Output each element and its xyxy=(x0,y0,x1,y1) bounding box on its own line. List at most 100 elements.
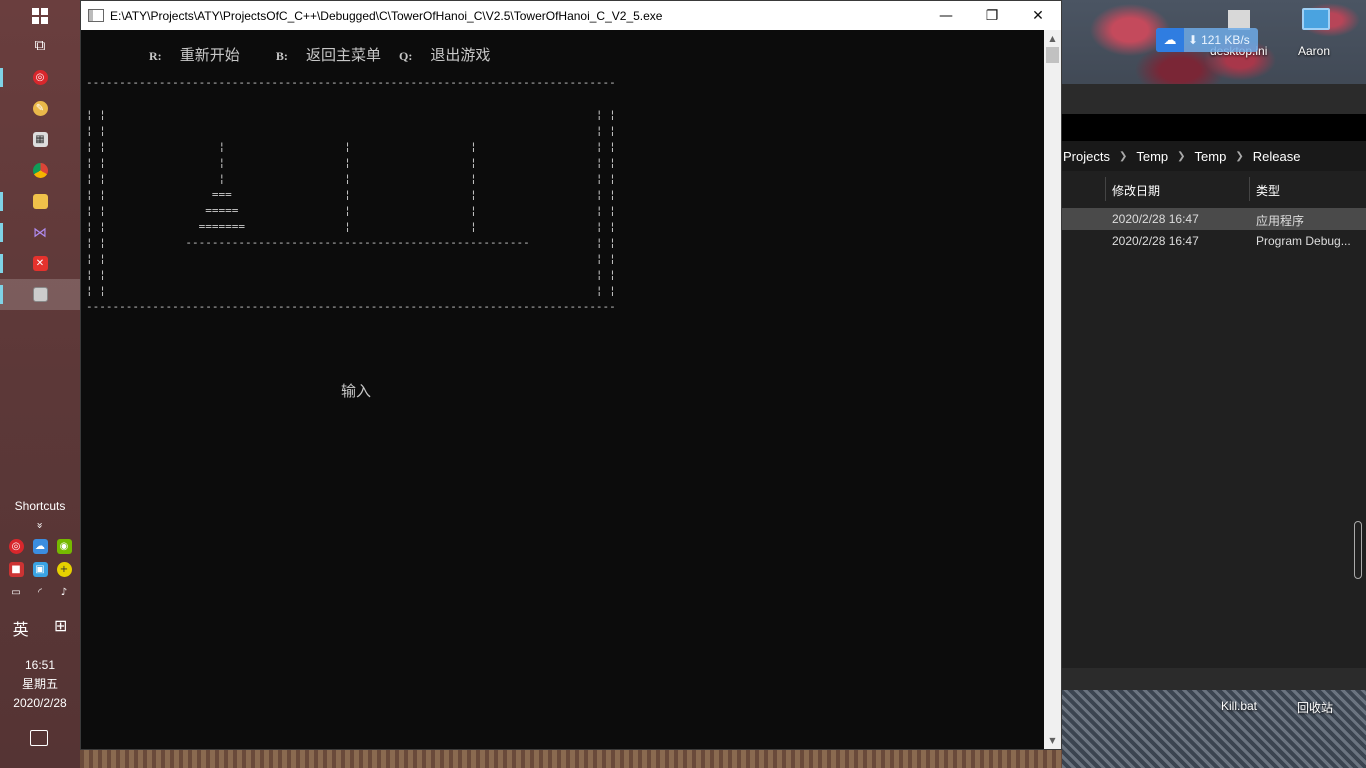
folder-icon xyxy=(32,194,48,209)
file-date: 2020/2/28 16:47 xyxy=(1112,212,1199,226)
taskbar-app-chrome[interactable] xyxy=(0,155,80,186)
nvidia-tray-icon[interactable]: ◉ xyxy=(56,539,72,554)
breadcrumb-item[interactable]: Projects xyxy=(1063,149,1110,164)
close-button[interactable]: ✕ xyxy=(1015,1,1061,30)
explorer-statusbar xyxy=(1062,668,1366,690)
console-app-icon[interactable] xyxy=(88,9,104,22)
xmind-icon: ✕ xyxy=(32,256,48,271)
restore-button[interactable]: ❐ xyxy=(969,1,1015,30)
chrome-icon xyxy=(32,163,48,178)
visual-studio-icon: ⋈ xyxy=(33,224,47,241)
system-tray: ◎ ☁ ◉ ■ ▣ + ▭ ◜ ♪ xyxy=(4,539,76,600)
download-speed-widget[interactable]: ☁ ⬇ 121 KB/s xyxy=(1156,28,1258,52)
game-menu: R: 重新开始 B: 返回主菜单 Q: 退出游戏 xyxy=(149,44,490,65)
cloud-icon: ☁ xyxy=(1156,28,1184,52)
column-divider[interactable] xyxy=(1249,177,1250,201)
file-date: 2020/2/28 16:47 xyxy=(1112,234,1199,248)
breadcrumb-item[interactable]: Temp xyxy=(1136,149,1168,164)
recycle-bin-label[interactable]: 回收站 xyxy=(1297,699,1333,716)
volume-icon[interactable]: ♪ xyxy=(57,585,72,600)
taskbar-app-calculator[interactable]: ▦ xyxy=(0,124,80,155)
breadcrumb-item[interactable]: Release xyxy=(1253,149,1301,164)
notification-icon[interactable] xyxy=(30,730,48,746)
back-key: B: xyxy=(275,49,288,63)
scroll-thumb[interactable] xyxy=(1046,47,1059,63)
start-button[interactable] xyxy=(0,0,80,31)
console-scrollbar[interactable]: ▲ ▼ xyxy=(1044,30,1061,749)
scroll-down-icon[interactable]: ▼ xyxy=(1044,732,1061,749)
file-type: Program Debug... xyxy=(1256,234,1351,248)
breadcrumb-item[interactable]: Temp xyxy=(1195,149,1227,164)
kill-bat-label[interactable]: Kill.bat xyxy=(1221,699,1257,713)
column-divider[interactable] xyxy=(1105,177,1106,201)
clock[interactable]: 16:51 星期五 2020/2/28 xyxy=(0,656,80,713)
running-indicator xyxy=(0,223,3,242)
running-indicator xyxy=(0,285,3,304)
netease-music-icon: ◎ xyxy=(32,70,48,85)
netease-tray-icon[interactable]: ◎ xyxy=(8,539,24,554)
plus-tray-icon[interactable]: + xyxy=(56,562,72,577)
explorer-toolbar xyxy=(1062,114,1366,141)
file-row[interactable]: 2020/2/28 16:47 Program Debug... xyxy=(1062,230,1366,252)
palette-icon: ✎ xyxy=(32,101,48,116)
running-indicator xyxy=(0,254,3,273)
baidu-cloud-tray-icon[interactable]: ☁ xyxy=(32,539,48,554)
hanoi-board: ----------------------------------------… xyxy=(86,76,616,313)
title-bar[interactable]: E:\ATY\Projects\ATY\ProjectsOfC_C++\Debu… xyxy=(81,1,1061,30)
column-header-date[interactable]: 修改日期 xyxy=(1112,182,1160,199)
column-headers: 修改日期 类型 xyxy=(1062,177,1366,201)
file-type: 应用程序 xyxy=(1256,214,1305,228)
quit-label: 退出游戏 xyxy=(430,46,491,64)
window-controls: — ❐ ✕ xyxy=(923,1,1061,30)
taskbar-app-console[interactable] xyxy=(0,279,80,310)
user-folder-label[interactable]: Aaron xyxy=(1298,44,1330,58)
console-window: E:\ATY\Projects\ATY\ProjectsOfC_C++\Debu… xyxy=(80,0,1062,750)
breadcrumb: Projects ❯ Temp ❯ Temp ❯ Release xyxy=(1062,141,1366,171)
explorer-scrollbar[interactable] xyxy=(1354,521,1362,579)
file-row[interactable]: 2020/2/28 16:47 应用程序 xyxy=(1062,208,1366,230)
ime-language[interactable]: 英 xyxy=(13,616,29,640)
scroll-up-icon[interactable]: ▲ xyxy=(1044,30,1061,47)
clock-time: 16:51 xyxy=(24,658,56,672)
restart-label: 重新开始 xyxy=(179,46,240,64)
chevron-right-icon: ❯ xyxy=(1235,150,1244,162)
input-method[interactable]: 英 ⊞ xyxy=(0,616,80,640)
security-tray-icon[interactable]: ■ xyxy=(8,562,24,577)
console-icon xyxy=(32,287,48,302)
calculator-icon: ▦ xyxy=(32,132,48,147)
task-view-icon: ⧉ xyxy=(34,35,46,54)
taskbar-app-xmind[interactable]: ✕ xyxy=(0,248,80,279)
restart-key: R: xyxy=(149,49,162,63)
taskbar-app-visual-studio[interactable]: ⋈ xyxy=(0,217,80,248)
wifi-icon[interactable]: ◜ xyxy=(33,585,48,600)
download-arrow-icon: ⬇ xyxy=(1188,33,1199,47)
taskbar: ⧉ ◎ ✎ ▦ ⋈ ✕ Shortcuts » ◎ ☁ ◉ ■ ▣ + ▭ ◜ … xyxy=(0,0,80,768)
computer-icon[interactable] xyxy=(1302,8,1330,30)
ime-mode-icon[interactable]: ⊞ xyxy=(54,616,67,640)
task-view-button[interactable]: ⧉ xyxy=(0,29,80,60)
explorer-ribbon xyxy=(1062,84,1366,114)
taskbar-app-netease-music[interactable]: ◎ xyxy=(0,62,80,93)
download-speed: 121 KB/s xyxy=(1201,33,1250,47)
column-header-type[interactable]: 类型 xyxy=(1256,182,1280,199)
running-indicator xyxy=(0,192,3,211)
minimize-button[interactable]: — xyxy=(923,1,969,30)
console-output[interactable]: R: 重新开始 B: 返回主菜单 Q: 退出游戏 ---------------… xyxy=(81,30,1044,749)
quit-key: Q: xyxy=(399,49,413,63)
taskbar-app-explorer[interactable] xyxy=(0,186,80,217)
clock-date: 2020/2/28 xyxy=(13,696,67,710)
file-explorer-window: Projects ❯ Temp ❯ Temp ❯ Release 修改日期 类型… xyxy=(1062,84,1366,690)
battery-icon[interactable]: ▭ xyxy=(9,585,24,600)
chevron-right-icon: ❯ xyxy=(1118,150,1128,162)
input-prompt: 输入 xyxy=(341,382,372,400)
file-list: 修改日期 类型 2020/2/28 16:47 应用程序 2020/2/28 1… xyxy=(1062,171,1366,668)
back-label: 返回主菜单 xyxy=(305,46,381,64)
chevron-right-icon: ❯ xyxy=(1177,150,1186,162)
running-indicator xyxy=(0,68,3,87)
windows-logo-icon xyxy=(32,7,48,24)
network-tray-icon[interactable]: ▣ xyxy=(32,562,48,577)
desktop-ini-file-icon[interactable] xyxy=(1228,10,1250,30)
wallpaper-strip xyxy=(80,748,1062,768)
taskbar-app-paint[interactable]: ✎ xyxy=(0,93,80,124)
window-title: E:\ATY\Projects\ATY\ProjectsOfC_C++\Debu… xyxy=(110,8,663,23)
